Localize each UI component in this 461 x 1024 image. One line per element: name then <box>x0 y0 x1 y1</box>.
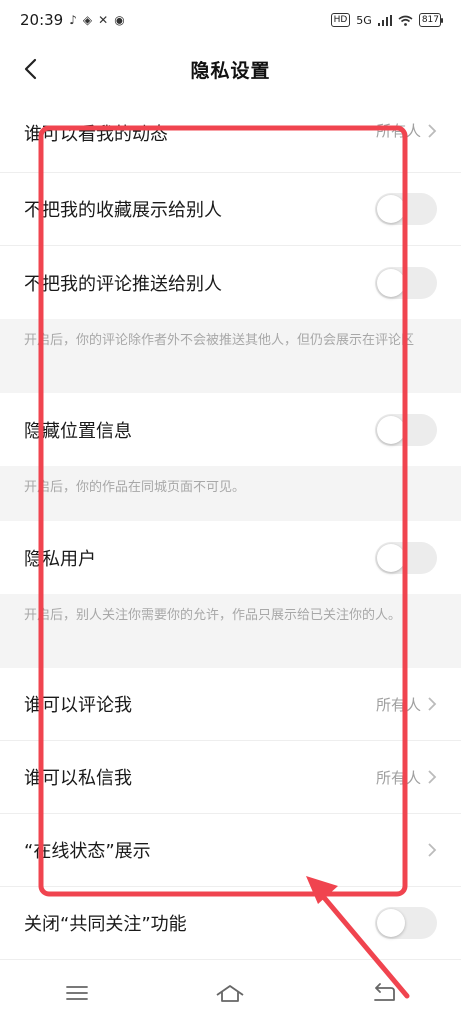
back-key[interactable] <box>364 973 404 1013</box>
menu-key[interactable] <box>57 973 97 1013</box>
row-label: 隐私用户 <box>24 548 96 570</box>
back-button[interactable] <box>14 53 46 85</box>
weibo-icon: ◉ <box>114 13 125 27</box>
chevron-right-icon <box>428 123 437 138</box>
row-who-can-view[interactable]: 谁可以看我的动态 所有人 <box>0 98 461 173</box>
row-value: 所有人 <box>376 120 437 141</box>
signal-icon <box>377 14 392 26</box>
row-online-status[interactable]: “在线状态”展示 <box>0 814 461 887</box>
status-right: HD 5G 817 <box>330 13 441 27</box>
row-label: “在线状态”展示 <box>24 841 151 862</box>
tiktok-icon: ♪ <box>69 13 77 27</box>
toggle-knob <box>377 195 405 223</box>
menu-icon <box>65 986 88 1000</box>
hd-icon: HD <box>330 13 351 27</box>
hide-comments-toggle[interactable] <box>375 266 437 299</box>
system-nav-bar <box>0 962 461 1024</box>
row-value: 所有人 <box>376 694 437 715</box>
chevron-right-icon <box>428 843 437 857</box>
home-icon <box>216 985 244 1002</box>
toggle-knob <box>377 415 405 444</box>
row-mutual-follow: 关闭“共同关注”功能 <box>0 887 461 960</box>
row-label: 谁可以看我的动态 <box>24 124 168 145</box>
app-notification-icon: ◈ <box>82 13 93 27</box>
chevron-right-icon <box>428 697 437 711</box>
battery-level: 817 <box>421 15 439 25</box>
row-hide-comments: 不把我的评论推送给别人 <box>0 246 461 319</box>
comments-note: 开启后，你的评论除作者外不会被推送其他人，但仍会展示在评论区 <box>0 319 461 393</box>
toggle-knob <box>377 543 405 572</box>
wifi-icon <box>398 15 413 26</box>
chevron-right-icon <box>428 770 437 784</box>
status-left: 20:39 ♪ ◈ ✕ ◉ <box>20 11 125 29</box>
toggle-knob <box>377 909 405 937</box>
row-private-user: 隐私用户 <box>0 521 461 594</box>
row-label: 隐藏位置信息 <box>24 420 132 442</box>
page-title: 隐私设置 <box>190 59 271 82</box>
row-hide-favorites: 不把我的收藏展示给别人 <box>0 173 461 246</box>
row-who-can-comment[interactable]: 谁可以评论我 所有人 <box>0 668 461 741</box>
network-type: 5G <box>356 13 372 27</box>
hide-location-toggle[interactable] <box>375 413 437 446</box>
battery-icon: 817 <box>418 13 441 27</box>
nav-bar: 隐私设置 <box>0 40 461 98</box>
row-value-text: 所有人 <box>375 122 421 140</box>
row-label: 谁可以私信我 <box>24 768 132 789</box>
return-icon <box>374 983 396 1001</box>
row-hide-location: 隐藏位置信息 <box>0 393 461 466</box>
row-label: 关闭“共同关注”功能 <box>24 914 187 935</box>
app-notification-icon-2: ✕ <box>98 13 109 27</box>
mutual-follow-toggle[interactable] <box>375 907 437 939</box>
row-who-can-message[interactable]: 谁可以私信我 所有人 <box>0 741 461 814</box>
toggle-knob <box>377 268 405 297</box>
row-label: 不把我的收藏展示给别人 <box>24 200 222 221</box>
row-label: 谁可以评论我 <box>24 695 132 716</box>
settings-list: 谁可以看我的动态 所有人 不把我的收藏展示给别人 不把我的评论推送给别人 开启后… <box>0 98 461 960</box>
home-key[interactable] <box>210 973 250 1013</box>
status-time: 20:39 <box>20 11 64 29</box>
row-value-text: 所有人 <box>375 695 421 714</box>
status-bar: 20:39 ♪ ◈ ✕ ◉ HD 5G 817 <box>0 0 461 40</box>
row-label: 不把我的评论推送给别人 <box>24 273 222 295</box>
chevron-left-icon <box>24 58 37 80</box>
row-value <box>427 842 437 858</box>
row-value-text: 所有人 <box>375 768 421 787</box>
hide-favorites-toggle[interactable] <box>375 193 437 225</box>
private-user-toggle[interactable] <box>375 541 437 574</box>
row-value: 所有人 <box>376 767 437 788</box>
location-note: 开启后，你的作品在同城页面不可见。 <box>0 466 461 521</box>
private-note: 开启后，别人关注你需要你的允许，作品只展示给已关注你的人。 <box>0 594 461 668</box>
